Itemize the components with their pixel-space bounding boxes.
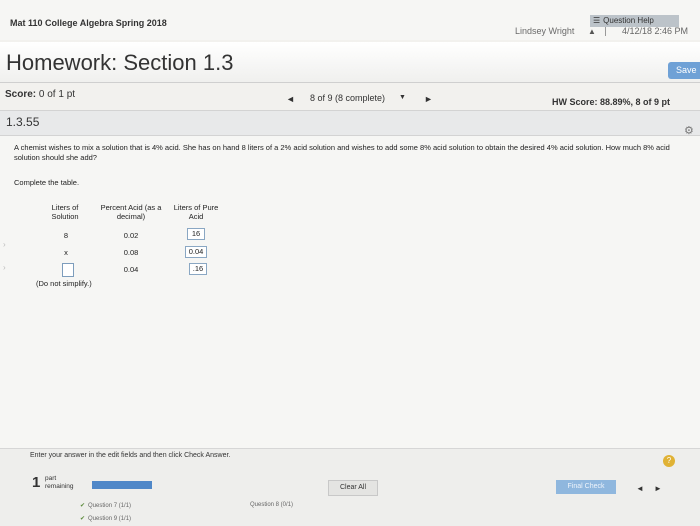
help-icon[interactable]: ? (663, 455, 675, 467)
score-display: Score: 0 of 1 pt (5, 89, 75, 100)
chevron-right-icon: › (3, 263, 6, 272)
cell-liters-row1: 8 (63, 231, 69, 240)
answer-field-pure-row3[interactable]: .16 (189, 263, 207, 275)
footer-next-button[interactable]: ► (654, 484, 662, 493)
parts-label-line1: part (45, 475, 57, 482)
cell-liters-row2: x (64, 248, 68, 257)
cell-percent-row2: 0.08 (123, 248, 139, 257)
column-header-percent: Percent Acid (as a decimal) (100, 203, 162, 221)
answer-field-pure-row1[interactable]: 16 (187, 228, 205, 240)
question-status-label: Question 7 (1/1) (88, 503, 132, 509)
final-check-button[interactable]: Final Check (556, 480, 616, 494)
question-status-label: Question 9 (1/1) (88, 516, 132, 522)
page-title: Homework: Section 1.3 (6, 50, 234, 75)
save-button[interactable]: Save (668, 62, 700, 79)
column-header-liters: Liters of Solution (51, 203, 79, 221)
chevron-down-icon[interactable]: ▼ (399, 94, 406, 101)
next-question-button[interactable]: ► (424, 94, 433, 104)
cell-percent-row1: 0.02 (123, 231, 139, 240)
list-icon: ☰ (593, 16, 601, 25)
answer-field-liters-row3[interactable] (62, 263, 74, 277)
hw-score: HW Score: 88.89%, 8 of 9 pt (552, 97, 671, 107)
question-status-7[interactable]: ✔ Question 7 (1/1) (80, 502, 131, 509)
date-time: 4/12/18 2:46 PM (622, 26, 689, 36)
check-icon: ✔ (80, 516, 86, 522)
question-bar: 1.3.55 (0, 110, 700, 136)
parts-label-line2: remaining (45, 483, 74, 490)
score-label: Score: (5, 89, 37, 100)
chevron-right-icon: › (3, 240, 6, 249)
previous-question-button[interactable]: ◄ (286, 94, 295, 104)
question-status-8[interactable]: Question 8 (0/1) (250, 502, 293, 508)
score-value: 0 of 1 pt (38, 89, 76, 100)
check-icon: ✔ (80, 503, 86, 509)
table-instruction: Complete the table. (14, 178, 80, 187)
clear-all-button[interactable]: Clear All (328, 480, 378, 496)
homework-header: Homework: Section 1.3 Save (0, 42, 700, 83)
parts-remaining-label: part remaining (45, 475, 74, 491)
user-name-link[interactable]: Lindsey Wright (515, 26, 574, 36)
course-title: Mat 110 College Algebra Spring 2018 (10, 18, 167, 28)
cell-percent-row3: 0.04 (123, 265, 139, 274)
question-help-button[interactable]: ☰ Question Help (590, 15, 679, 27)
question-selector[interactable]: 8 of 9 (8 complete) (310, 93, 385, 103)
problem-text: A chemist wishes to mix a solution that … (14, 143, 670, 162)
question-status-9[interactable]: ✔ Question 9 (1/1) (80, 515, 131, 522)
progress-fill (92, 481, 152, 489)
footer-previous-button[interactable]: ◄ (636, 484, 644, 493)
question-number: 1.3.55 (6, 115, 40, 129)
question-content (0, 136, 700, 448)
column-header-pure-acid: Liters of Pure Acid (173, 203, 219, 221)
simplify-note: (Do not simplify.) (36, 279, 92, 288)
user-icon: ▲ (588, 27, 596, 36)
parts-remaining-count: 1 (32, 474, 41, 491)
answer-field-pure-row2[interactable]: 0.04 (185, 246, 207, 258)
question-help-label: Question Help (603, 16, 654, 25)
progress-bar (92, 481, 152, 489)
footer-instruction: Enter your answer in the edit fields and… (30, 452, 231, 459)
